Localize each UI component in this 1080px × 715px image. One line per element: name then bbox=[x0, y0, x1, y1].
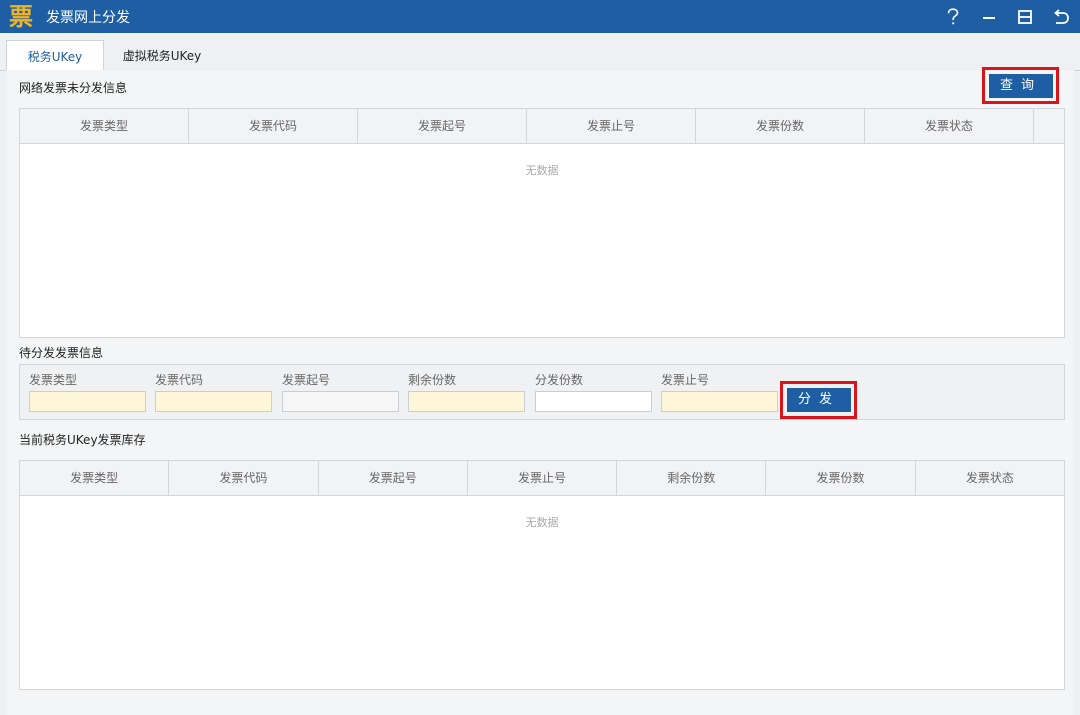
tab-tax-ukey[interactable]: 税务UKey bbox=[6, 40, 104, 72]
table-header: 发票类型 发票代码 发票起号 发票止号 发票份数 发票状态 bbox=[20, 109, 1064, 144]
column-header: 发票类型 bbox=[20, 109, 189, 143]
remaining-count-input[interactable] bbox=[408, 391, 525, 412]
section-inventory-title: 当前税务UKey发票库存 bbox=[19, 433, 146, 447]
invoice-type-input[interactable] bbox=[29, 391, 146, 412]
section-undistributed-title: 网络发票未分发信息 bbox=[19, 81, 128, 95]
title-bar: 票 发票网上分发 bbox=[0, 0, 1080, 33]
column-header: 发票代码 bbox=[189, 109, 358, 143]
column-header: 发票代码 bbox=[169, 461, 319, 495]
distribute-count-input[interactable] bbox=[535, 391, 652, 412]
main-content: 网络发票未分发信息 查询 发票类型 发票代码 发票起号 发票止号 发票份数 发票… bbox=[6, 67, 1074, 715]
minimize-icon[interactable] bbox=[978, 6, 1000, 28]
scrollbar-header-spacer bbox=[1034, 109, 1064, 143]
column-header: 发票止号 bbox=[527, 109, 696, 143]
pending-invoice-form: 发票类型 发票代码 发票起号 剩余份数 分发份数 发票止号 bbox=[19, 364, 1065, 420]
column-header: 发票止号 bbox=[468, 461, 618, 495]
invoice-code-input[interactable] bbox=[155, 391, 272, 412]
invoice-end-number-input[interactable] bbox=[661, 391, 778, 412]
field-invoice-code: 发票代码 bbox=[155, 371, 272, 412]
table-header: 发票类型 发票代码 发票起号 发票止号 剩余份数 发票份数 发票状态 bbox=[20, 461, 1064, 496]
column-header: 发票起号 bbox=[358, 109, 527, 143]
column-header: 发票类型 bbox=[20, 461, 170, 495]
invoice-app-icon: 票 bbox=[9, 1, 33, 31]
column-header: 发票份数 bbox=[766, 461, 916, 495]
window-title: 发票网上分发 bbox=[46, 9, 130, 26]
back-icon[interactable] bbox=[1050, 6, 1072, 28]
field-invoice-type: 发票类型 bbox=[29, 371, 146, 412]
ukey-inventory-table: 发票类型 发票代码 发票起号 发票止号 剩余份数 发票份数 发票状态 无数据 bbox=[19, 460, 1065, 690]
tab-virtual-tax-ukey[interactable]: 虚拟税务UKey bbox=[110, 40, 214, 72]
empty-placeholder: 无数据 bbox=[525, 516, 559, 529]
tab-bar: 税务UKey 虚拟税务UKey bbox=[0, 33, 1080, 72]
column-header: 发票份数 bbox=[696, 109, 865, 143]
empty-placeholder: 无数据 bbox=[525, 164, 559, 177]
window-controls bbox=[942, 0, 1072, 33]
distribute-button[interactable]: 分发 bbox=[787, 388, 851, 412]
undistributed-invoice-table: 发票类型 发票代码 发票起号 发票止号 发票份数 发票状态 无数据 bbox=[19, 108, 1065, 338]
section-pending-title: 待分发发票信息 bbox=[19, 346, 104, 360]
field-invoice-start-number: 发票起号 bbox=[282, 371, 399, 412]
maximize-icon[interactable] bbox=[1014, 6, 1036, 28]
help-icon[interactable] bbox=[942, 6, 964, 28]
field-remaining-count: 剩余份数 bbox=[408, 371, 525, 412]
field-distribute-count: 分发份数 bbox=[535, 371, 652, 412]
column-header: 发票状态 bbox=[865, 109, 1034, 143]
field-invoice-end-number: 发票止号 bbox=[661, 371, 778, 412]
column-header: 剩余份数 bbox=[617, 461, 767, 495]
invoice-start-number-input[interactable] bbox=[282, 391, 399, 412]
column-header: 发票状态 bbox=[965, 471, 1014, 485]
column-header: 发票起号 bbox=[319, 461, 468, 495]
query-button[interactable]: 查询 bbox=[989, 74, 1053, 98]
